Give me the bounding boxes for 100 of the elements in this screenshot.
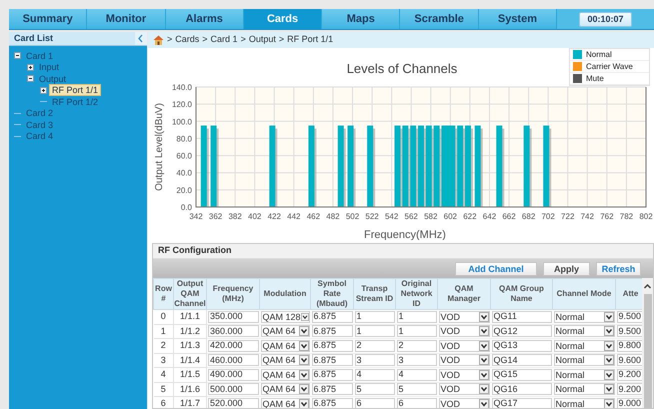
dropdown[interactable]: QAM 128: [260, 310, 310, 323]
dropdown[interactable]: Normal: [554, 383, 614, 396]
tab[interactable]: Monitor: [87, 9, 166, 29]
input-field[interactable]: 6: [354, 398, 394, 408]
dropdown-arrow-icon[interactable]: [604, 340, 614, 351]
dropdown[interactable]: Normal: [554, 340, 614, 352]
dropdown-arrow-icon[interactable]: [298, 340, 308, 351]
input-field[interactable]: QG12: [492, 325, 552, 338]
toolbar-button[interactable]: Add Channel: [455, 262, 537, 276]
input-field[interactable]: 9.200: [616, 383, 642, 396]
input-field[interactable]: 9.600: [616, 354, 642, 366]
input-field[interactable]: 6: [396, 398, 436, 408]
breadcrumb-link[interactable]: RF Port 1/1: [287, 33, 334, 47]
input-field[interactable]: 1: [396, 310, 436, 323]
dropdown-arrow-icon[interactable]: [478, 370, 488, 380]
breadcrumb-link[interactable]: Card 1: [210, 33, 238, 47]
dropdown[interactable]: VOD: [438, 398, 490, 408]
input-field[interactable]: 1: [354, 310, 394, 323]
dropdown-arrow-icon[interactable]: [604, 384, 614, 394]
tab[interactable]: System: [478, 9, 558, 29]
input-field[interactable]: 9.500: [616, 325, 642, 338]
tab[interactable]: Alarms: [166, 9, 244, 29]
input-field[interactable]: 5: [396, 383, 436, 396]
dropdown[interactable]: Normal: [554, 325, 614, 338]
home-icon[interactable]: [153, 35, 164, 45]
input-field[interactable]: 460.000: [208, 354, 258, 366]
input-field[interactable]: QG17: [492, 398, 552, 408]
dropdown-arrow-icon[interactable]: [298, 326, 308, 336]
input-field[interactable]: QG14: [492, 354, 552, 366]
input-field[interactable]: 9.200: [616, 368, 642, 381]
input-field[interactable]: 6.875: [312, 325, 352, 338]
scrollbar[interactable]: [642, 278, 653, 408]
dropdown[interactable]: VOD: [438, 310, 490, 323]
input-field[interactable]: 3: [354, 354, 394, 366]
input-field[interactable]: QG13: [492, 340, 552, 352]
collapse-icon[interactable]: [135, 32, 147, 45]
tree-item[interactable]: RF Port 1/1: [49, 84, 102, 96]
input-field[interactable]: 3: [396, 354, 436, 366]
dropdown-arrow-icon[interactable]: [478, 312, 488, 322]
collapse-toggle-icon[interactable]: [14, 52, 21, 60]
dropdown[interactable]: VOD: [438, 368, 490, 381]
input-field[interactable]: 9.500: [616, 310, 642, 323]
scroll-up-icon[interactable]: [643, 282, 652, 291]
input-field[interactable]: 520.000: [208, 398, 258, 408]
scroll-thumb[interactable]: [644, 294, 652, 408]
dropdown[interactable]: VOD: [438, 325, 490, 338]
timer-button[interactable]: 00:10:07: [579, 12, 632, 26]
dropdown[interactable]: QAM 64: [260, 354, 310, 366]
tab[interactable]: Maps: [322, 9, 400, 29]
dropdown[interactable]: VOD: [438, 340, 490, 352]
input-field[interactable]: 6.875: [312, 398, 352, 408]
dropdown-arrow-icon[interactable]: [298, 355, 308, 366]
dropdown-arrow-icon[interactable]: [478, 340, 488, 351]
input-field[interactable]: 6.875: [312, 310, 352, 323]
dropdown-arrow-icon[interactable]: [298, 384, 308, 394]
input-field[interactable]: 1: [396, 325, 436, 338]
breadcrumb-link[interactable]: Output: [248, 33, 276, 47]
input-field[interactable]: 5: [354, 383, 394, 396]
input-field[interactable]: 420.000: [208, 340, 258, 352]
input-field[interactable]: 6.875: [312, 383, 352, 396]
dropdown-arrow-icon[interactable]: [298, 370, 308, 380]
dropdown-arrow-icon[interactable]: [604, 312, 614, 322]
dropdown-arrow-icon[interactable]: [298, 398, 308, 408]
dropdown-arrow-icon[interactable]: [478, 355, 488, 366]
dropdown[interactable]: Normal: [554, 398, 614, 408]
dropdown[interactable]: VOD: [438, 354, 490, 366]
breadcrumb-link[interactable]: Cards: [175, 33, 200, 47]
input-field[interactable]: 360.000: [208, 325, 258, 338]
input-field[interactable]: 6.875: [312, 354, 352, 366]
dropdown[interactable]: Normal: [554, 310, 614, 323]
dropdown[interactable]: QAM 64: [260, 368, 310, 381]
dropdown[interactable]: VOD: [438, 383, 490, 396]
dropdown-arrow-icon[interactable]: [478, 326, 488, 336]
expand-toggle-icon[interactable]: [27, 64, 34, 71]
input-field[interactable]: 9.800: [616, 340, 642, 352]
input-field[interactable]: 350.000: [208, 310, 258, 323]
input-field[interactable]: 9.000: [616, 398, 642, 408]
dropdown[interactable]: QAM 64: [260, 383, 310, 396]
dropdown-arrow-icon[interactable]: [478, 384, 488, 394]
input-field[interactable]: 6.875: [312, 340, 352, 352]
collapse-toggle-icon[interactable]: [27, 75, 34, 82]
input-field[interactable]: 4: [354, 368, 394, 381]
input-field[interactable]: 490.000: [208, 368, 258, 381]
input-field[interactable]: QG15: [492, 368, 552, 381]
dropdown-arrow-icon[interactable]: [604, 355, 614, 366]
toolbar-button[interactable]: Refresh: [596, 262, 641, 276]
tab[interactable]: Summary: [9, 9, 88, 29]
expand-toggle-icon[interactable]: [40, 86, 47, 94]
dropdown-arrow-icon[interactable]: [604, 398, 614, 408]
input-field[interactable]: 1: [354, 325, 394, 338]
input-field[interactable]: 6.875: [312, 368, 352, 381]
dropdown[interactable]: QAM 64: [260, 325, 310, 338]
dropdown[interactable]: Normal: [554, 368, 614, 381]
input-field[interactable]: 4: [396, 368, 436, 381]
input-field[interactable]: 2: [354, 340, 394, 352]
input-field[interactable]: QG16: [492, 383, 552, 396]
dropdown-arrow-icon[interactable]: [604, 326, 614, 336]
input-field[interactable]: QG11: [492, 310, 552, 323]
dropdown-arrow-icon[interactable]: [478, 398, 488, 408]
dropdown[interactable]: QAM 64: [260, 340, 310, 352]
